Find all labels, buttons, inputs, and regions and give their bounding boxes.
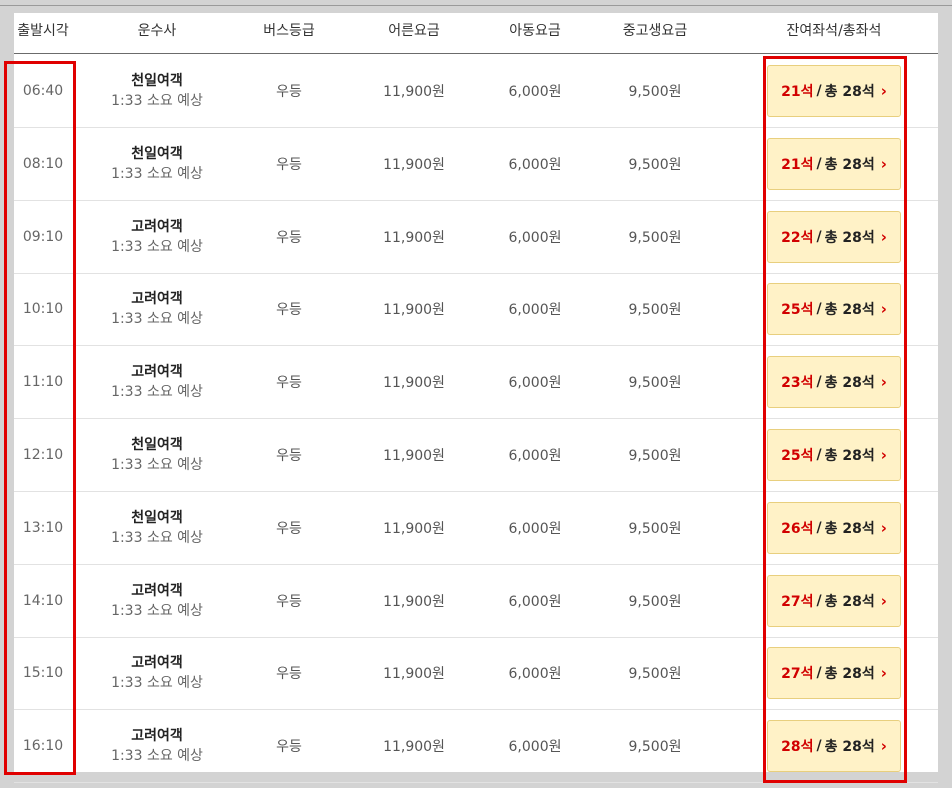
company-cell: 고려여객 1:33 소요 예상 bbox=[97, 346, 217, 418]
company-cell: 천일여객 1:33 소요 예상 bbox=[97, 419, 217, 491]
adult-fare: 11,900원 bbox=[383, 520, 445, 537]
bus-grade: 우등 bbox=[276, 593, 302, 610]
student-fare: 9,500원 bbox=[628, 302, 682, 319]
company-cell: 고려여객 1:33 소요 예상 bbox=[97, 710, 217, 782]
bus-grade: 우등 bbox=[276, 520, 302, 537]
company-name: 고려여객 bbox=[131, 582, 183, 599]
student-fare: 9,500원 bbox=[628, 84, 682, 100]
company-cell: 천일여객 1:33 소요 예상 bbox=[97, 55, 217, 127]
child-fare: 6,000원 bbox=[508, 448, 562, 464]
adult-fare: 11,900원 bbox=[383, 739, 445, 756]
child-fare: 6,000원 bbox=[508, 593, 562, 610]
company-name: 고려여객 bbox=[131, 218, 183, 235]
duration-estimate: 1:33 소요 예상 bbox=[111, 165, 203, 182]
adult-fare: 11,900원 bbox=[383, 375, 445, 392]
header-adult-fare: 어른요금 bbox=[388, 23, 440, 39]
company-cell: 천일여객 1:33 소요 예상 bbox=[97, 128, 217, 200]
duration-estimate: 1:33 소요 예상 bbox=[111, 529, 203, 546]
duration-estimate: 1:33 소요 예상 bbox=[111, 675, 203, 692]
adult-fare: 11,900원 bbox=[383, 156, 445, 173]
bus-grade: 우등 bbox=[276, 156, 302, 173]
departure-time-highlight bbox=[4, 61, 76, 775]
child-fare: 6,000원 bbox=[508, 739, 562, 756]
child-fare: 6,000원 bbox=[508, 156, 562, 173]
adult-fare: 11,900원 bbox=[383, 302, 445, 319]
adult-fare: 11,900원 bbox=[383, 229, 445, 246]
duration-estimate: 1:33 소요 예상 bbox=[111, 384, 203, 401]
child-fare: 6,000원 bbox=[508, 229, 562, 246]
child-fare: 6,000원 bbox=[508, 375, 562, 392]
duration-estimate: 1:33 소요 예상 bbox=[111, 238, 203, 255]
student-fare: 9,500원 bbox=[628, 593, 682, 610]
company-name: 고려여객 bbox=[131, 655, 183, 672]
student-fare: 9,500원 bbox=[628, 156, 682, 173]
company-name: 천일여객 bbox=[131, 509, 183, 526]
bus-grade: 우등 bbox=[276, 84, 302, 100]
company-name: 고려여객 bbox=[131, 364, 183, 381]
child-fare: 6,000원 bbox=[508, 302, 562, 319]
duration-estimate: 1:33 소요 예상 bbox=[111, 457, 203, 473]
company-cell: 고려여객 1:33 소요 예상 bbox=[97, 565, 217, 637]
student-fare: 9,500원 bbox=[628, 520, 682, 537]
bus-grade: 우등 bbox=[276, 666, 302, 683]
header-departure: 출발시각 bbox=[17, 23, 69, 39]
header-company: 운수사 bbox=[137, 23, 177, 39]
student-fare: 9,500원 bbox=[628, 666, 682, 683]
header-grade: 버스등급 bbox=[263, 23, 315, 39]
company-name: 고려여객 bbox=[131, 728, 183, 745]
seats-highlight bbox=[763, 56, 907, 783]
child-fare: 6,000원 bbox=[508, 666, 562, 683]
student-fare: 9,500원 bbox=[628, 375, 682, 392]
adult-fare: 11,900원 bbox=[383, 593, 445, 610]
company-name: 천일여객 bbox=[131, 73, 183, 89]
header-seats: 잔여좌석/총좌석 bbox=[786, 23, 882, 39]
child-fare: 6,000원 bbox=[508, 520, 562, 537]
bus-grade: 우등 bbox=[276, 375, 302, 392]
table-header: 출발시각 운수사 버스등급 어른요금 아동요금 중고생요금 잔여좌석/총좌석 bbox=[14, 13, 938, 54]
company-cell: 고려여객 1:33 소요 예상 bbox=[97, 201, 217, 273]
company-cell: 고려여객 1:33 소요 예상 bbox=[97, 637, 217, 709]
adult-fare: 11,900원 bbox=[383, 84, 445, 100]
child-fare: 6,000원 bbox=[508, 84, 562, 100]
header-child-fare: 아동요금 bbox=[509, 23, 561, 39]
bus-grade: 우등 bbox=[276, 448, 302, 464]
duration-estimate: 1:33 소요 예상 bbox=[111, 311, 203, 328]
company-cell: 고려여객 1:33 소요 예상 bbox=[97, 273, 217, 345]
bus-grade: 우등 bbox=[276, 229, 302, 246]
header-student-fare: 중고생요금 bbox=[622, 23, 688, 39]
bus-grade: 우등 bbox=[276, 302, 302, 319]
adult-fare: 11,900원 bbox=[383, 448, 445, 464]
duration-estimate: 1:33 소요 예상 bbox=[111, 748, 203, 765]
duration-estimate: 1:33 소요 예상 bbox=[111, 93, 203, 109]
adult-fare: 11,900원 bbox=[383, 666, 445, 683]
company-name: 고려여객 bbox=[131, 291, 183, 308]
company-name: 천일여객 bbox=[131, 437, 183, 453]
bus-grade: 우등 bbox=[276, 739, 302, 756]
page-gutter bbox=[938, 13, 952, 772]
student-fare: 9,500원 bbox=[628, 739, 682, 756]
duration-estimate: 1:33 소요 예상 bbox=[111, 602, 203, 619]
company-cell: 천일여객 1:33 소요 예상 bbox=[97, 492, 217, 564]
student-fare: 9,500원 bbox=[628, 229, 682, 246]
student-fare: 9,500원 bbox=[628, 448, 682, 464]
company-name: 천일여객 bbox=[131, 145, 183, 162]
top-divider bbox=[0, 5, 952, 6]
